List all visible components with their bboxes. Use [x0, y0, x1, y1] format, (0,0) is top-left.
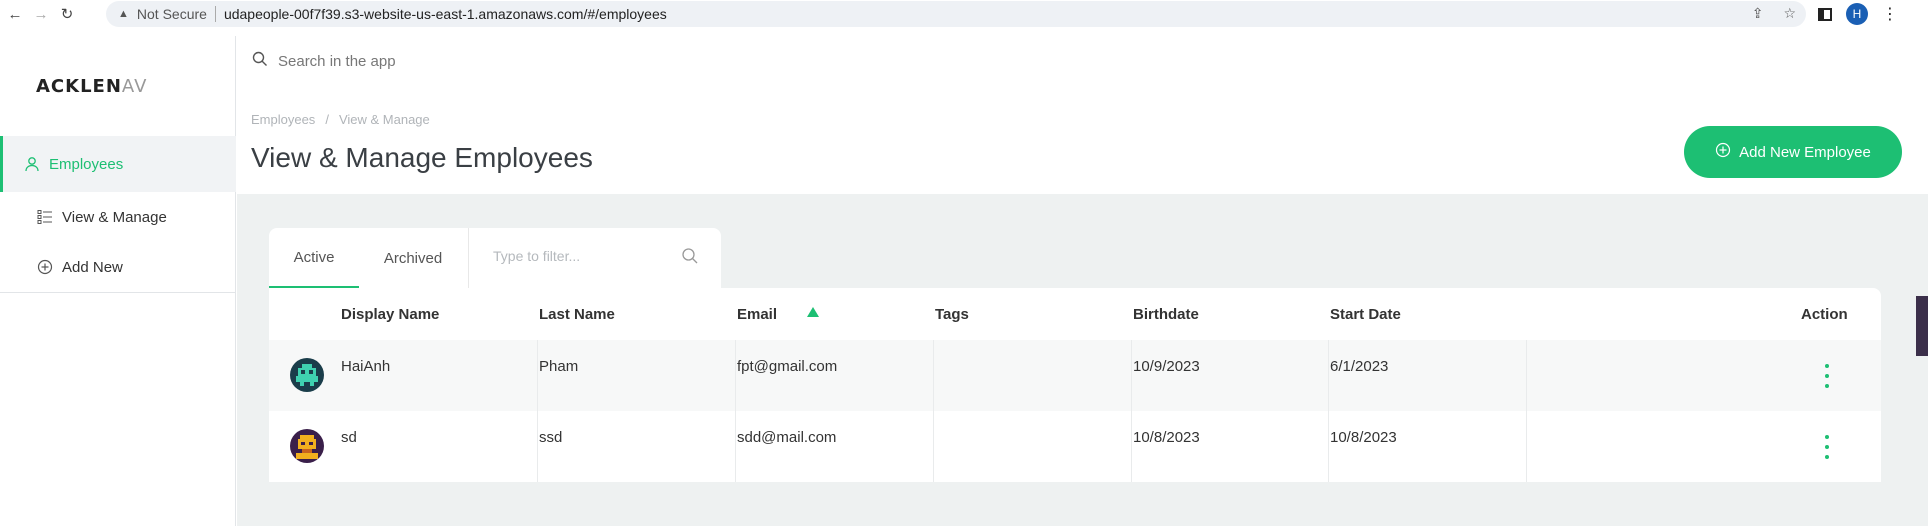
table-row[interactable]: sd ssd sdd@mail.com 10/8/2023 10/8/2023: [269, 411, 1881, 482]
filter-input[interactable]: Type to filter...: [481, 238, 711, 274]
column-header-email[interactable]: Email: [737, 288, 777, 340]
add-button-label: Add New Employee: [1739, 143, 1871, 161]
table-row[interactable]: HaiAnh Pham fpt@gmail.com 10/9/2023 6/1/…: [269, 340, 1881, 411]
logo[interactable]: ACKLENAV: [36, 76, 147, 97]
breadcrumb-separator: /: [325, 112, 329, 127]
row-actions-kebab-icon[interactable]: [1817, 364, 1837, 388]
add-new-employee-button[interactable]: Add New Employee: [1684, 126, 1902, 178]
url-text: udapeople-00f7f39.s3-website-us-east-1.a…: [223, 6, 667, 22]
search-icon: [252, 51, 268, 71]
cell-birthdate: 10/8/2023: [1133, 428, 1200, 446]
column-divider: [933, 340, 934, 411]
column-divider: [1131, 411, 1132, 482]
column-divider: [1328, 340, 1329, 411]
content-area: Active Archived Type to filter... Displa…: [237, 194, 1928, 526]
sidebar-item-label: View & Manage: [62, 208, 167, 226]
cell-display-name: sd: [341, 428, 357, 446]
page-title: View & Manage Employees: [251, 142, 593, 173]
share-icon[interactable]: ⇪: [1752, 5, 1764, 22]
sort-ascending-icon[interactable]: [807, 307, 819, 317]
sidebar-item-view-manage[interactable]: View & Manage: [0, 189, 236, 245]
avatar: [290, 429, 324, 463]
omnibox-divider: [214, 6, 216, 22]
column-divider: [1131, 340, 1132, 411]
row-actions-kebab-icon[interactable]: [1817, 435, 1837, 459]
filter-placeholder: Type to filter...: [493, 248, 581, 264]
column-divider: [537, 340, 538, 411]
tab-active[interactable]: Active: [269, 228, 359, 288]
sidebar-divider: [0, 292, 236, 293]
cell-email: sdd@mail.com: [737, 428, 837, 446]
employees-table: Display Name Last Name Email Tags Birthd…: [269, 288, 1881, 482]
user-icon: [23, 155, 41, 173]
plus-circle-icon: [36, 258, 54, 276]
column-divider: [933, 411, 934, 482]
sidebar-item-label: Add New: [62, 258, 123, 276]
cell-start-date: 10/8/2023: [1330, 428, 1397, 446]
plus-circle-icon: [1715, 142, 1731, 162]
column-header-tags[interactable]: Tags: [935, 288, 969, 340]
cell-last-name: ssd: [539, 428, 563, 446]
cell-last-name: Pham: [539, 357, 579, 375]
column-header-action: Action: [1801, 305, 1848, 323]
top-bar: Search in the app: [237, 36, 1928, 96]
reload-icon[interactable]: ↻: [56, 3, 78, 25]
side-panel-icon[interactable]: [1818, 7, 1832, 21]
address-bar[interactable]: ▲ Not Secure udapeople-00f7f39.s3-websit…: [106, 1, 1806, 27]
back-arrow-icon[interactable]: ←: [4, 3, 26, 25]
search-icon: [681, 247, 699, 268]
cell-birthdate: 10/9/2023: [1133, 357, 1200, 375]
browser-toolbar: ← → ↻ ▲ Not Secure udapeople-00f7f39.s3-…: [0, 0, 1928, 28]
logo-text-faded: AV: [121, 76, 148, 97]
cell-start-date: 6/1/2023: [1330, 357, 1389, 375]
security-label: Not Secure: [136, 6, 207, 22]
tabs-divider: [468, 228, 469, 288]
search-placeholder: Search in the app: [278, 52, 396, 70]
sidebar-item-employees[interactable]: Employees: [0, 136, 236, 192]
column-header-birthdate[interactable]: Birthdate: [1133, 288, 1199, 340]
tabs-bar: Active Archived Type to filter...: [269, 228, 721, 288]
profile-avatar[interactable]: H: [1846, 3, 1868, 25]
warning-icon: ▲: [118, 8, 129, 20]
tab-archived[interactable]: Archived: [359, 228, 467, 288]
sidebar: ACKLENAV Employees View & Manage Add New: [0, 36, 236, 526]
column-divider: [735, 340, 736, 411]
column-divider: [1328, 411, 1329, 482]
breadcrumb-item[interactable]: View & Manage: [339, 112, 430, 127]
list-icon: [36, 208, 54, 226]
cell-email: fpt@gmail.com: [737, 357, 838, 375]
column-header-last-name[interactable]: Last Name: [539, 288, 615, 340]
page-header: Employees / View & Manage View & Manage Em…: [237, 104, 1928, 194]
sidebar-item-label: Employees: [49, 155, 124, 173]
column-divider: [1526, 340, 1527, 411]
breadcrumb: Employees / View & Manage: [251, 112, 430, 127]
cell-display-name: HaiAnh: [341, 357, 391, 375]
column-divider: [537, 411, 538, 482]
breadcrumb-item[interactable]: Employees: [251, 112, 315, 127]
column-header-start-date[interactable]: Start Date: [1330, 288, 1401, 340]
logo-text: ACKLEN: [36, 76, 122, 97]
column-divider: [735, 411, 736, 482]
column-header-display-name[interactable]: Display Name: [341, 288, 439, 340]
app-search[interactable]: Search in the app: [252, 46, 1512, 76]
background-window-edge: [1916, 296, 1928, 356]
star-icon[interactable]: ☆: [1783, 5, 1796, 22]
column-divider: [1526, 411, 1527, 482]
avatar: [290, 358, 324, 392]
browser-menu-icon[interactable]: ⋮: [1882, 4, 1898, 24]
sidebar-item-add-new[interactable]: Add New: [0, 239, 236, 295]
forward-arrow-icon[interactable]: →: [30, 3, 52, 25]
